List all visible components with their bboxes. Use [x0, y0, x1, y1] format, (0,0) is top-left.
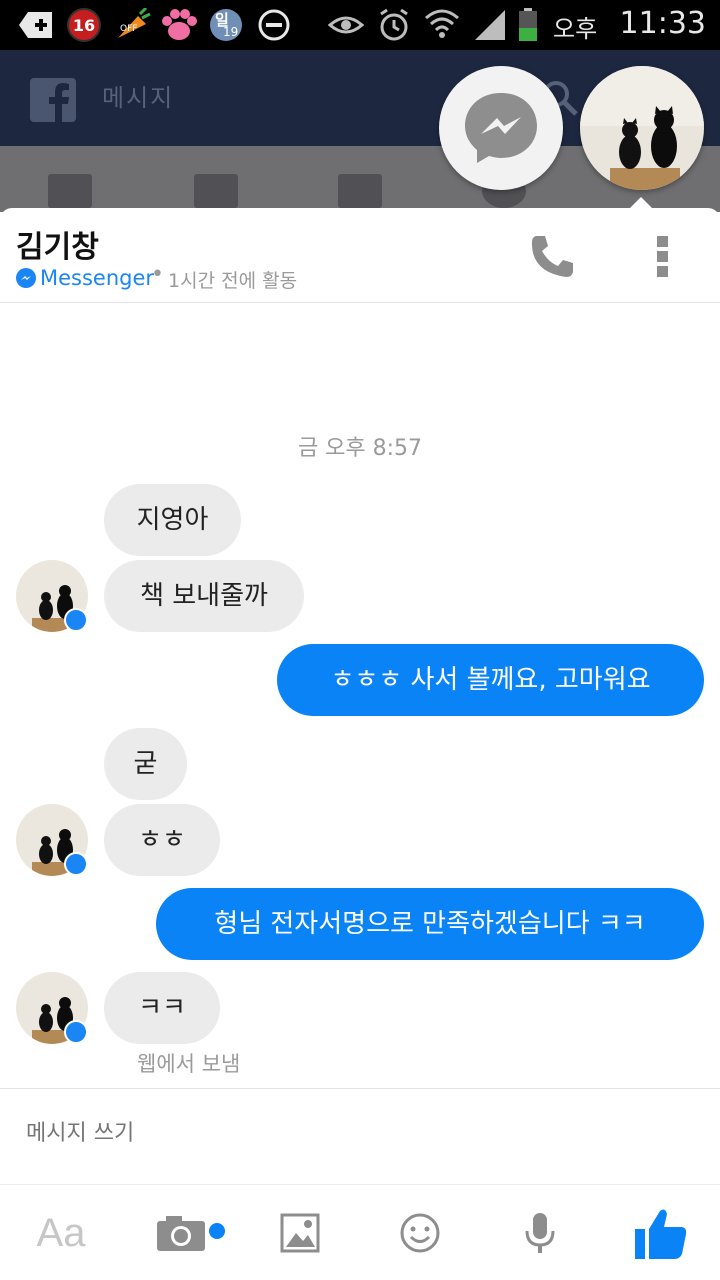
conversation-timestamp: 금 오후 8:57 [297, 436, 423, 461]
messenger-source-label: Messenger [40, 266, 155, 290]
do-not-disturb-icon [256, 8, 292, 42]
header-divider [0, 302, 720, 303]
message-bubble-outgoing[interactable]: 형님 전자서명으로 만족하겠습니다 ㅋㅋ [156, 888, 704, 960]
photo-button[interactable] [278, 1200, 322, 1266]
notification-count: 16 [72, 15, 96, 35]
text-format-icon: Aa [36, 1210, 86, 1255]
messages-tab-icon [338, 174, 382, 208]
messenger-badge-icon [64, 852, 88, 876]
carrot-off-label: OFF [120, 24, 138, 34]
background-app-title: 메시지 [102, 84, 175, 112]
separator-dot: • [151, 262, 164, 287]
eye-icon [328, 8, 364, 42]
chat-head-avatar[interactable] [580, 66, 704, 190]
messenger-chat-head[interactable] [439, 66, 563, 190]
cats-photo [580, 66, 704, 190]
notification-count-icon: 16 [66, 8, 102, 42]
status-bar: 16 OFF 일 19 오후 11:33 [0, 0, 720, 50]
clock-ampm: 오후 [553, 15, 598, 43]
message-bubble-incoming[interactable]: 책 보내줄까 [104, 560, 304, 632]
calendar-icon: 일 19 [208, 8, 244, 42]
camera-icon [157, 1216, 225, 1251]
voice-button[interactable] [520, 1200, 560, 1266]
photo-icon [280, 1213, 320, 1253]
carrot-app-icon: OFF [114, 8, 152, 42]
news-feed-tab-icon [48, 174, 92, 208]
message-input[interactable] [24, 1120, 628, 1147]
call-button[interactable] [528, 232, 576, 280]
more-dot-icon [657, 236, 668, 247]
active-status: 1시간 전에 활동 [168, 270, 298, 292]
thumbs-up-icon [635, 1209, 687, 1259]
like-button[interactable] [628, 1200, 692, 1266]
messenger-badge-icon [64, 1020, 88, 1044]
more-dot-icon [657, 266, 668, 277]
calendar-date: 19 [223, 25, 239, 39]
friends-tab-icon [194, 174, 238, 208]
messenger-badge-icon [64, 608, 88, 632]
text-format-button[interactable]: Aa [34, 1200, 88, 1266]
clock-time: 11:33 [619, 6, 706, 41]
paw-icon [160, 8, 198, 42]
message-bubble-incoming[interactable]: ㅋㅋ [104, 972, 220, 1044]
more-dot-icon [657, 251, 668, 262]
battery-icon [514, 8, 542, 42]
message-bubble-outgoing[interactable]: ㅎㅎㅎ 사서 볼께요, 고마워요 [277, 644, 704, 716]
compose-divider [0, 1088, 720, 1089]
toolbar-divider [0, 1184, 720, 1185]
microphone-icon [525, 1213, 555, 1253]
add-notification-icon [18, 8, 54, 42]
signal-icon [472, 8, 508, 42]
facebook-logo-icon [30, 78, 76, 122]
message-bubble-incoming[interactable]: ㅎㅎ [104, 804, 220, 876]
contact-name[interactable]: 김기창 [16, 222, 99, 266]
wifi-icon [424, 8, 460, 42]
phone-icon [531, 236, 573, 277]
message-bubble-incoming[interactable]: 지영아 [104, 484, 241, 556]
camera-button[interactable] [154, 1200, 234, 1266]
alarm-icon [376, 8, 412, 42]
emoji-icon [400, 1213, 440, 1253]
sent-from-label: 웹에서 보냄 [137, 1052, 241, 1076]
messenger-badge-icon [16, 268, 36, 288]
message-bubble-incoming[interactable]: 굳 [104, 728, 187, 800]
more-options-button[interactable] [654, 234, 674, 280]
messenger-icon [465, 93, 537, 163]
emoji-button[interactable] [398, 1200, 442, 1266]
